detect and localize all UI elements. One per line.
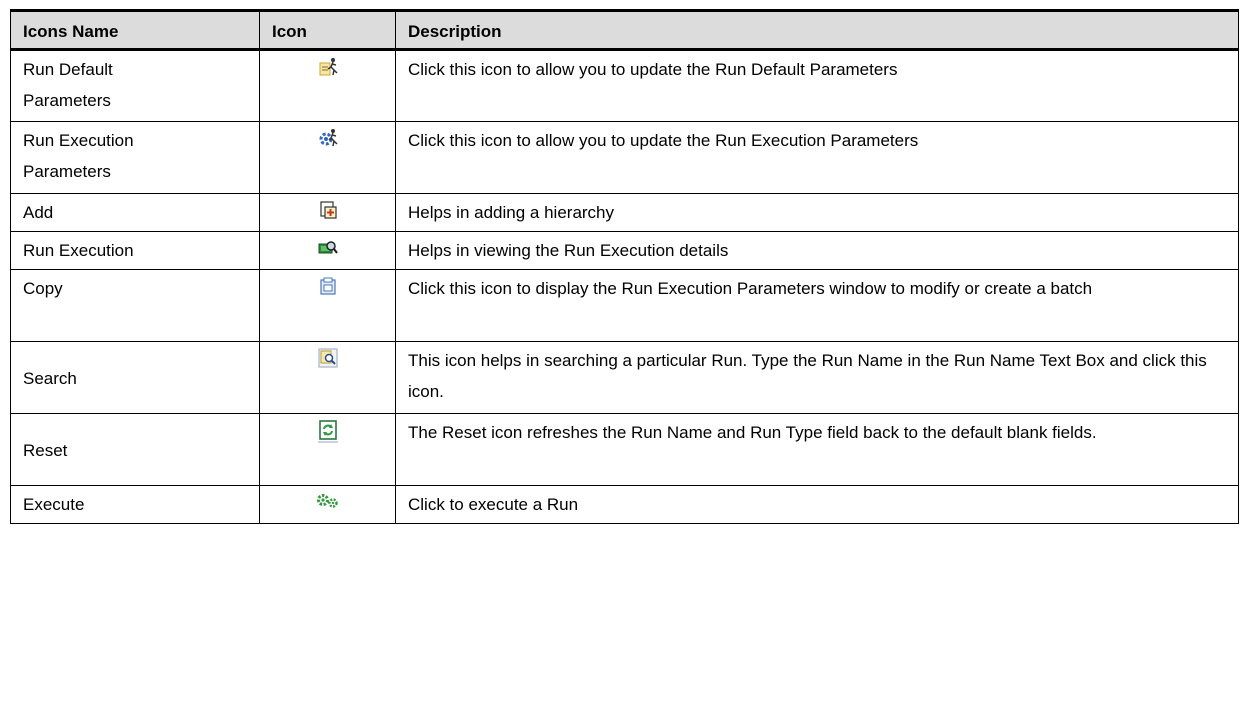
table-row: Add Helps in adding a hierarchy xyxy=(10,193,1239,232)
icon-cell xyxy=(259,413,396,486)
description-cell: This icon helps in searching a particula… xyxy=(395,341,1239,414)
add-icon xyxy=(319,201,337,219)
reset-icon xyxy=(317,420,338,443)
table-row: Reset The Reset icon refreshes the Run N… xyxy=(10,413,1239,486)
description-cell: Helps in viewing the Run Execution detai… xyxy=(395,231,1239,270)
icons-table: Icons Name Icon Description Run Default … xyxy=(10,9,1239,524)
table-row: Copy Click this icon to display the Run … xyxy=(10,269,1239,342)
description-cell: Click this icon to allow you to update t… xyxy=(395,121,1239,194)
table-row: Run Execution Parameters Click this icon… xyxy=(10,121,1239,194)
description-cell: Helps in adding a hierarchy xyxy=(395,193,1239,232)
icon-cell xyxy=(259,341,396,414)
icon-name-cell: Run Default Parameters xyxy=(10,49,260,122)
description-cell: Click this icon to allow you to update t… xyxy=(395,49,1239,122)
icon-name-cell: Run Execution xyxy=(10,231,260,270)
icon-cell xyxy=(259,485,396,524)
icon-name-cell: Execute xyxy=(10,485,260,524)
run-execution-parameters-icon xyxy=(319,129,338,147)
description-cell: Click this icon to display the Run Execu… xyxy=(395,269,1239,342)
icon-name-cell: Run Execution Parameters xyxy=(10,121,260,194)
table-row: Search This icon helps in searching a pa… xyxy=(10,341,1239,414)
run-default-parameters-icon xyxy=(319,58,338,76)
icon-name-cell: Search xyxy=(10,341,260,414)
header-icons-name: Icons Name xyxy=(10,9,260,51)
search-icon xyxy=(318,348,337,368)
copy-icon xyxy=(319,277,336,295)
icon-cell xyxy=(259,49,396,122)
icon-name-cell: Reset xyxy=(10,413,260,486)
icon-name-cell: Copy xyxy=(10,269,260,342)
table-row: Run Default Parameters Click this icon t… xyxy=(10,49,1239,122)
icon-cell xyxy=(259,193,396,232)
execute-icon xyxy=(316,494,338,508)
icon-cell xyxy=(259,231,396,270)
table-row: Execute Click to execute a Run xyxy=(10,485,1239,524)
header-row: Icons Name Icon Description xyxy=(10,9,1239,51)
table-row: Run Execution Helps in viewing the Run E… xyxy=(10,231,1239,270)
header-icon: Icon xyxy=(259,9,396,51)
icon-cell xyxy=(259,269,396,342)
icon-cell xyxy=(259,121,396,194)
run-execution-icon xyxy=(318,241,338,254)
description-cell: The Reset icon refreshes the Run Name an… xyxy=(395,413,1239,486)
icon-name-cell: Add xyxy=(10,193,260,232)
header-description: Description xyxy=(395,9,1239,51)
description-cell: Click to execute a Run xyxy=(395,485,1239,524)
